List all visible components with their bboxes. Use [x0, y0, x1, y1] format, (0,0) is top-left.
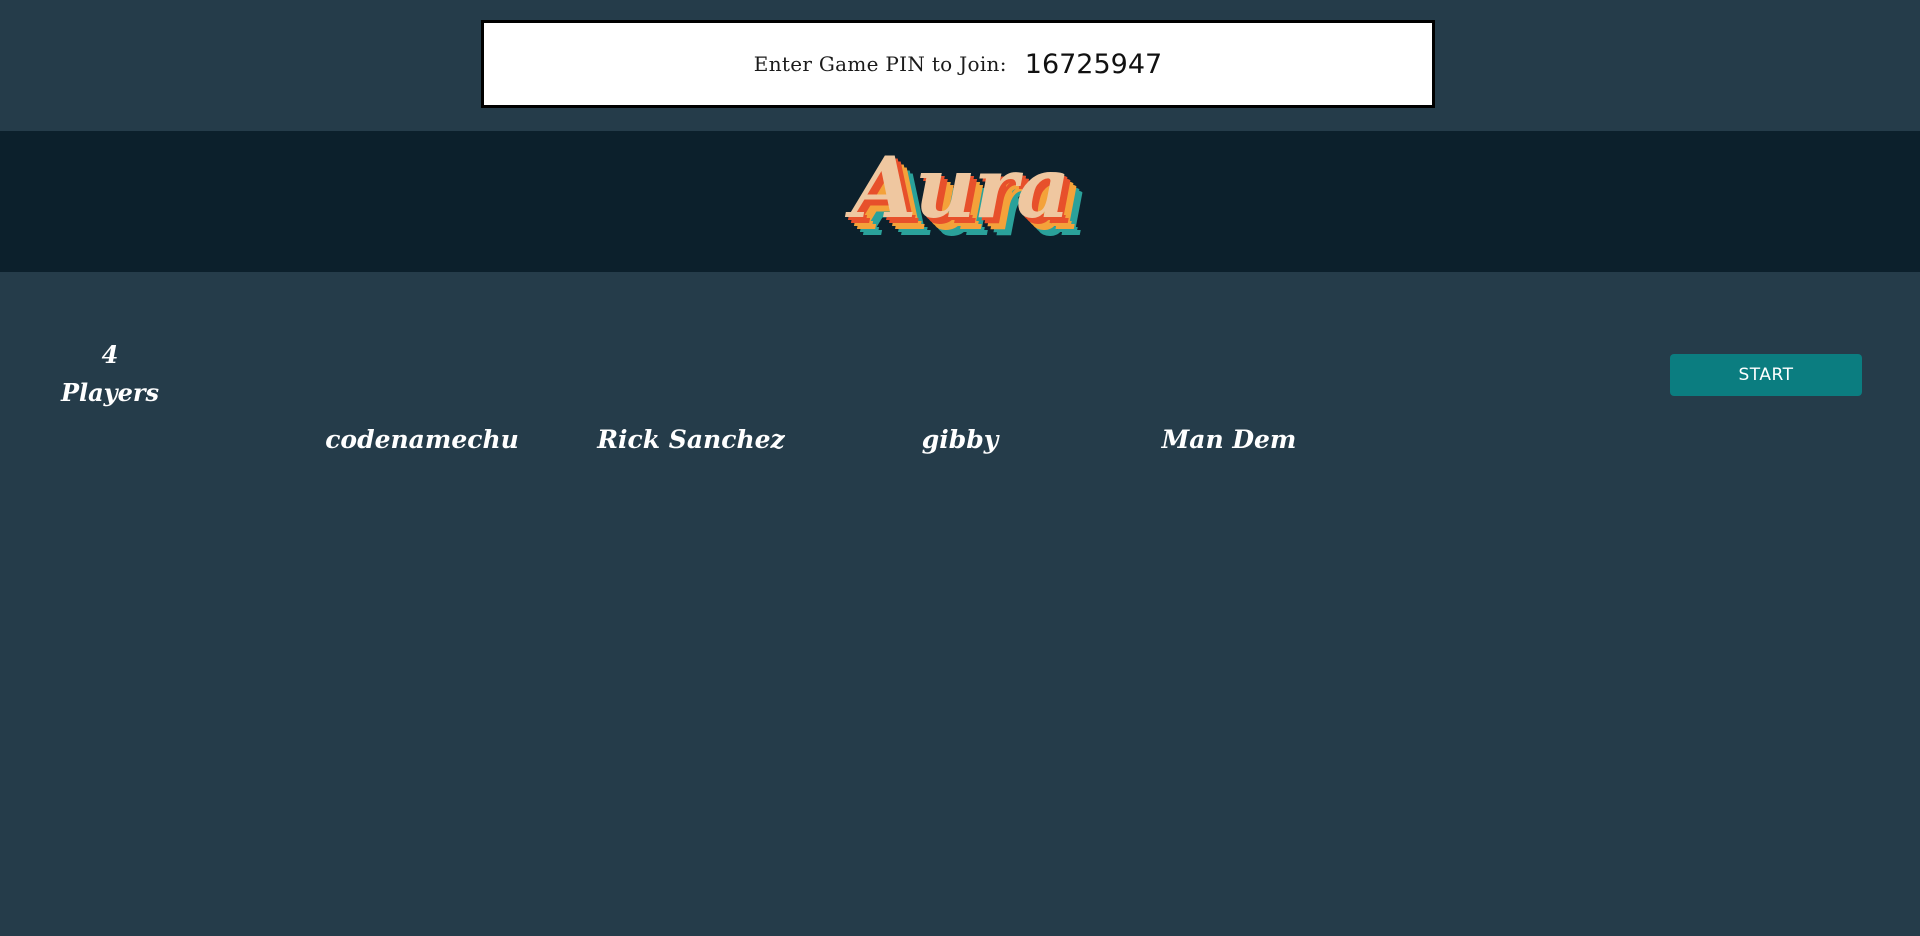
player-count-label: Players [60, 378, 160, 407]
player-name-3: gibby [921, 425, 999, 454]
player-count-number: 4 [101, 340, 119, 369]
aura-logo: Aura [851, 138, 1071, 237]
pin-area: Enter Game PIN to Join: 16725947 [0, 0, 1920, 131]
start-button[interactable]: START [1670, 354, 1862, 396]
player-name-1: codenamechu [325, 425, 519, 454]
player-name-4: Man Dem [1161, 425, 1297, 454]
pin-value: 16725947 [1024, 48, 1163, 80]
pin-label: Enter Game PIN to Join: [753, 52, 1007, 76]
game-pin-box: Enter Game PIN to Join: 16725947 [481, 20, 1435, 108]
player-count: 4 Players [40, 336, 180, 412]
player-name-2: Rick Sanchez [597, 425, 785, 454]
